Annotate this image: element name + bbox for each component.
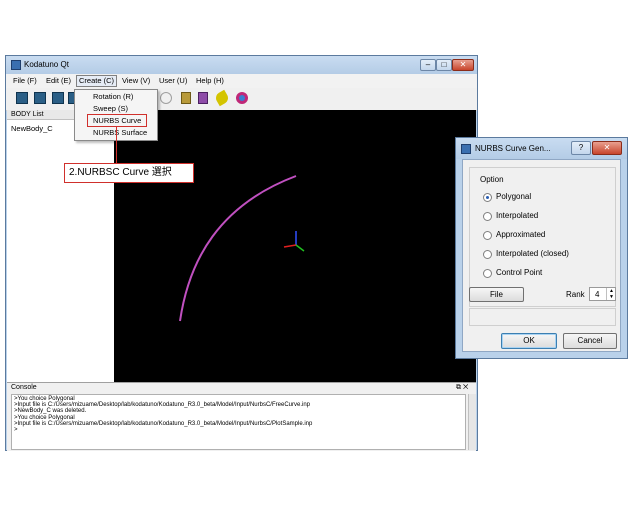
file-button[interactable]: File [469,287,524,302]
status-area [469,308,616,326]
radio-label-interpolated-closed: Interpolated (closed) [496,249,569,258]
rank-label: Rank [566,290,585,299]
option-group: Option Polygonal Interpolated Approximat… [469,167,616,307]
axis-y [295,244,305,252]
menu-bar: File (F) Edit (E) Create (C) View (V) Us… [6,74,477,88]
minimize-button[interactable]: – [420,59,436,71]
radio-polygonal[interactable] [483,193,492,202]
ok-button[interactable]: OK [501,333,557,349]
dialog-title: NURBS Curve Gen... [475,144,551,153]
console-dock-controls[interactable]: ⧉ ✕ [456,384,468,392]
highlight-box [87,114,147,127]
body-list-item[interactable]: NewBody_C [11,124,53,133]
cancel-button[interactable]: Cancel [563,333,617,349]
3d-viewport[interactable] [114,110,476,382]
menu-item-nurbs-surface[interactable]: NURBS Surface [93,127,147,138]
maximize-button[interactable]: □ [436,59,452,71]
surface-icon[interactable] [198,92,208,104]
radio-approximated[interactable] [483,231,492,240]
menu-item-rotation[interactable]: Rotation (R) [93,91,133,102]
radio-label-polygonal: Polygonal [496,192,532,201]
paint-icon[interactable] [213,89,231,107]
body-list-panel: BODY List NewBody_C [7,110,115,382]
nurbs-curve-dialog: NURBS Curve Gen... ? ✕ Option Polygonal … [455,137,628,359]
spin-arrows-icon[interactable]: ▲ ▼ [606,288,616,300]
menu-user[interactable]: User (U) [157,76,189,86]
console-scrollbar[interactable] [468,394,476,450]
view-top-icon[interactable] [52,92,64,104]
view-side-icon[interactable] [34,92,46,104]
viewport-canvas [179,175,305,322]
console-output[interactable]: >You choice Polygonal >Input file is C:/… [11,394,466,450]
title-bar: Kodatuno Qt – □ ✕ [6,56,477,74]
menu-help[interactable]: Help (H) [194,76,226,86]
callout-line [116,127,117,163]
render-icon[interactable] [236,92,248,104]
dialog-title-bar: NURBS Curve Gen... ? ✕ [456,138,627,159]
dialog-body: Option Polygonal Interpolated Approximat… [462,159,621,352]
rank-spinbox[interactable]: 4 ▲ ▼ [589,287,616,301]
menu-create[interactable]: Create (C) [76,75,118,87]
dialog-close-button[interactable]: ✕ [592,141,622,155]
view-front-icon[interactable] [16,92,28,104]
shade-icon[interactable] [160,92,172,104]
nurbs-curve [179,175,297,322]
radio-control-point[interactable] [483,269,492,278]
console-header: Console [11,384,37,391]
radio-interpolated[interactable] [483,212,492,221]
menu-edit[interactable]: Edit (E) [44,76,73,86]
radio-label-interpolated: Interpolated [496,211,539,220]
console-panel: Console ⧉ ✕ >You choice Polygonal >Input… [7,382,476,451]
window-title: Kodatuno Qt [24,60,69,69]
radio-label-approximated: Approximated [496,230,546,239]
option-group-label: Option [480,175,504,184]
menu-view[interactable]: View (V) [120,76,152,86]
callout-label: 2.NURBSC Curve 選択 [64,163,194,183]
app-icon [11,60,21,70]
close-button[interactable]: ✕ [452,59,474,71]
help-button[interactable]: ? [571,141,591,155]
rank-value: 4 [595,290,600,299]
menu-file[interactable]: File (F) [11,76,39,86]
axis-x [283,244,297,248]
radio-label-control-point: Control Point [496,268,543,277]
wire-icon[interactable] [181,92,191,104]
console-line: > [14,427,18,434]
menu-item-sweep[interactable]: Sweep (S) [93,103,128,114]
dialog-app-icon [461,144,471,154]
radio-interpolated-closed[interactable] [483,250,492,259]
